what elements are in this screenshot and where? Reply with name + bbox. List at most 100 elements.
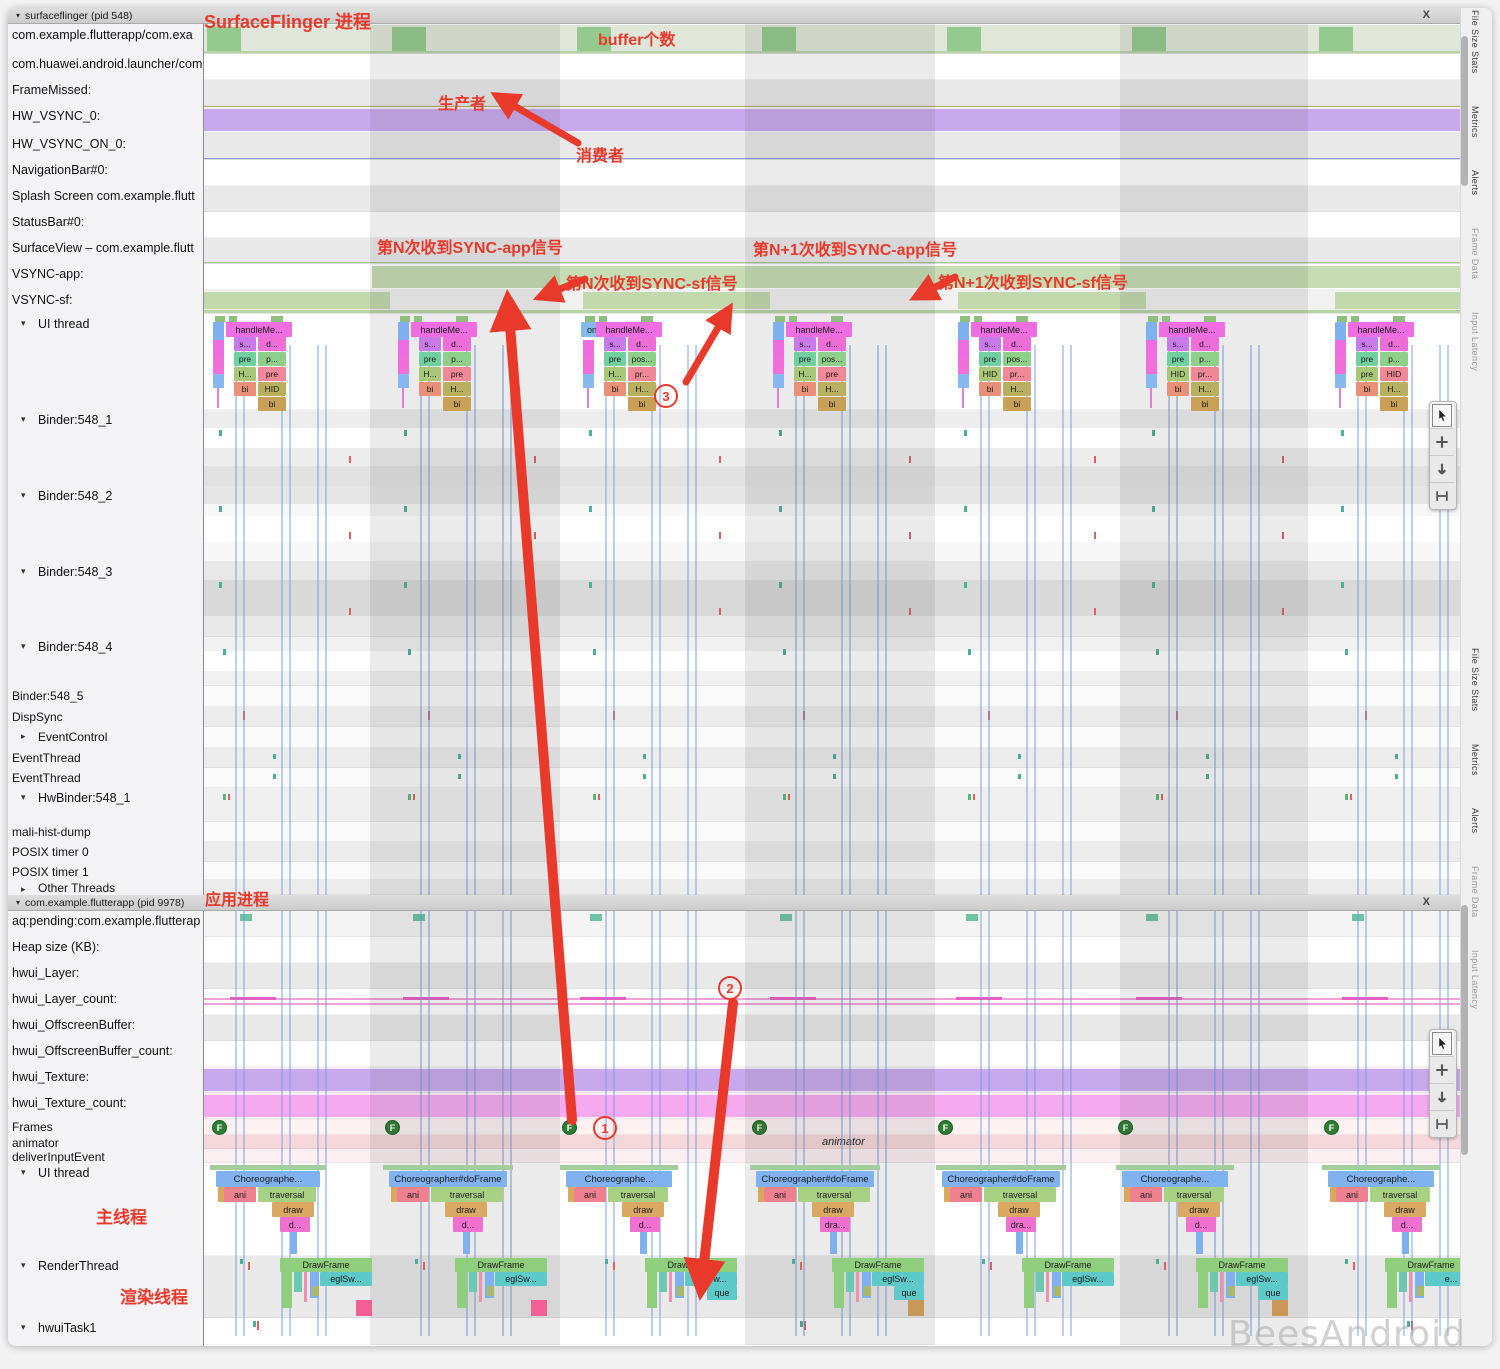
slice[interactable]: pre — [1356, 367, 1378, 381]
slice-choreographer[interactable]: Choreographer#doFrame — [389, 1171, 507, 1187]
disclosure-triangle-icon[interactable]: ▸ — [21, 731, 26, 742]
disclosure-triangle-icon[interactable]: ▾ — [21, 792, 26, 803]
slice[interactable] — [647, 1272, 657, 1308]
slice[interactable] — [846, 1272, 854, 1292]
slice[interactable] — [1036, 1272, 1044, 1292]
slice[interactable] — [1146, 374, 1157, 388]
rail-tab-file-size-stats[interactable]: File Size Stats — [1470, 648, 1480, 732]
slice[interactable]: d... — [443, 337, 471, 351]
slice[interactable]: H... — [794, 367, 816, 381]
slice-eglswap[interactable]: eglSw... — [495, 1272, 547, 1286]
slice-traversal[interactable]: traversal — [258, 1187, 316, 1202]
slice[interactable] — [1198, 1272, 1208, 1308]
rail-tab-metrics[interactable]: Metrics — [1470, 106, 1480, 158]
slice[interactable]: pre — [818, 367, 846, 381]
slice-eglswap[interactable]: eglSw... — [1062, 1272, 1114, 1286]
slice-drawframe[interactable]: DrawFrame — [1022, 1258, 1114, 1272]
slice[interactable] — [294, 1272, 302, 1292]
slice-queuebuffer[interactable]: que — [894, 1286, 924, 1300]
slice[interactable] — [1146, 322, 1157, 340]
slice[interactable] — [213, 374, 224, 388]
zoom-tool-button[interactable] — [1430, 456, 1454, 483]
slice[interactable]: d... — [628, 337, 656, 351]
slice[interactable]: s... — [979, 337, 1001, 351]
slice[interactable] — [1335, 340, 1346, 358]
slice[interactable]: H... — [234, 367, 256, 381]
rail-tab-alerts[interactable]: Alerts — [1470, 170, 1480, 216]
slice-queuebuffer[interactable]: que — [707, 1286, 737, 1300]
slice[interactable]: pre — [443, 367, 471, 381]
slice[interactable] — [583, 358, 594, 374]
slice[interactable] — [398, 322, 409, 340]
scrollbar-thumb[interactable] — [1461, 36, 1468, 186]
slice[interactable]: dra... — [820, 1217, 850, 1232]
slice[interactable]: HID — [1380, 367, 1408, 381]
slice[interactable]: pos... — [1003, 352, 1031, 366]
pending-segment[interactable] — [240, 914, 252, 921]
slice-traversal[interactable]: traversal — [798, 1187, 870, 1202]
slice[interactable] — [1335, 358, 1346, 374]
slice-choreographer[interactable]: Choreographe... — [1122, 1171, 1228, 1187]
slice[interactable]: bi — [1356, 382, 1378, 396]
buffer-count-segment[interactable] — [947, 27, 981, 52]
slice[interactable] — [1387, 1272, 1397, 1308]
vsync-sf-high[interactable] — [583, 292, 770, 309]
slice-drawframe[interactable]: DrawFrame — [832, 1258, 924, 1272]
slice[interactable]: H... — [628, 382, 656, 396]
timeline-canvas[interactable]: FFFFFFFanimatorhandleMe...s...preH...bid… — [203, 8, 1460, 1346]
rail-tab-input-latency[interactable]: Input Latency — [1470, 312, 1480, 396]
slice-handlemessage[interactable]: handleMe... — [1159, 322, 1225, 337]
slice[interactable]: p... — [258, 352, 286, 366]
slice-draw[interactable]: draw — [1384, 1202, 1426, 1217]
slice[interactable]: d... — [1191, 337, 1219, 351]
slice[interactable]: s... — [234, 337, 256, 351]
slice[interactable] — [398, 340, 409, 358]
slice-draw[interactable]: draw — [445, 1202, 487, 1217]
slice[interactable]: bi — [1380, 397, 1408, 411]
pan-tool-button[interactable] — [1430, 429, 1454, 456]
slice-traversal[interactable]: traversal — [1370, 1187, 1430, 1202]
vsync-sf-high[interactable] — [203, 292, 390, 309]
slice[interactable] — [773, 340, 784, 358]
slice[interactable] — [531, 1300, 547, 1316]
slice[interactable] — [583, 374, 594, 388]
disclosure-triangle-icon[interactable]: ▾ — [21, 566, 26, 577]
slice-handlemessage[interactable]: handleMe... — [786, 322, 852, 337]
frame-badge[interactable]: F — [1324, 1120, 1339, 1135]
scrollbar-thumb[interactable] — [1461, 905, 1468, 1155]
pending-segment[interactable] — [966, 914, 978, 921]
slice-choreographer[interactable]: Choreographe... — [216, 1171, 320, 1187]
slice[interactable]: HID — [258, 382, 286, 396]
slice[interactable] — [356, 1300, 372, 1316]
frame-badge[interactable]: F — [938, 1120, 953, 1135]
slice[interactable]: pos... — [818, 352, 846, 366]
slice[interactable] — [908, 1300, 924, 1316]
slice-drawframe[interactable]: DrawFrame — [455, 1258, 547, 1272]
slice[interactable] — [773, 322, 784, 340]
collapse-triangle-icon[interactable]: ▾ — [16, 11, 20, 20]
pending-segment[interactable] — [590, 914, 602, 921]
slice-animator[interactable]: ani — [1336, 1187, 1368, 1202]
slice[interactable] — [958, 340, 969, 358]
vsync-sf-high[interactable] — [958, 292, 1146, 309]
slice-animator[interactable]: ani — [950, 1187, 982, 1202]
disclosure-triangle-icon[interactable]: ▸ — [21, 884, 26, 895]
slice[interactable]: bi — [234, 382, 256, 396]
slice-queuebuffer[interactable]: que — [1258, 1286, 1288, 1300]
rail-tab-metrics[interactable]: Metrics — [1470, 744, 1480, 796]
disclosure-triangle-icon[interactable]: ▾ — [21, 414, 26, 425]
frame-badge[interactable]: F — [562, 1120, 577, 1135]
slice[interactable]: bi — [443, 397, 471, 411]
disclosure-triangle-icon[interactable]: ▾ — [21, 641, 26, 652]
slice-drawframe[interactable]: DrawFrame — [1196, 1258, 1288, 1272]
slice[interactable]: bi — [258, 397, 286, 411]
slice-eglswap[interactable]: eglSw... — [872, 1272, 924, 1286]
slice-animator[interactable]: ani — [397, 1187, 429, 1202]
slice[interactable]: d... — [818, 337, 846, 351]
slice[interactable]: s... — [419, 337, 441, 351]
slice[interactable]: d... — [630, 1217, 660, 1232]
slice[interactable]: bi — [1191, 397, 1219, 411]
slice[interactable] — [1399, 1272, 1407, 1292]
slice[interactable] — [834, 1272, 844, 1308]
slice[interactable] — [659, 1272, 667, 1292]
